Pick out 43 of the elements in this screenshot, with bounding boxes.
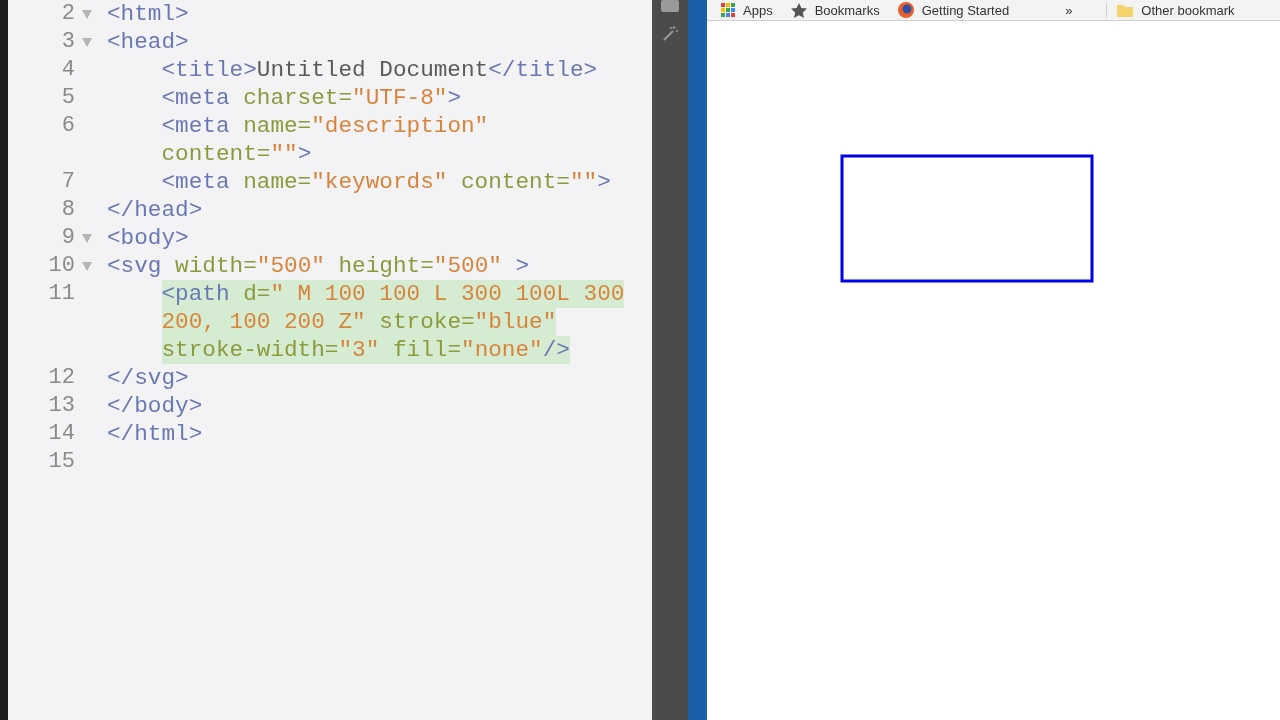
line-number: 4 [60, 56, 75, 84]
magic-wand-icon[interactable] [662, 26, 678, 42]
code-line: <meta name="description" [160, 112, 489, 140]
fold-arrow-icon[interactable] [82, 9, 92, 19]
code-line: </svg> [107, 364, 189, 392]
line-number: 10 [47, 252, 75, 280]
line-number: 2 [60, 0, 75, 28]
line-number: 5 [60, 84, 75, 112]
line-number: 14 [47, 420, 75, 448]
folder-icon [1117, 3, 1134, 17]
fold-arrow-icon[interactable] [82, 233, 92, 243]
bookmark-link[interactable]: » [1065, 2, 1073, 18]
bookmark-link[interactable]: Apps [721, 2, 773, 18]
code-line: <meta charset="UTF-8"> [160, 84, 461, 112]
line-number: 9 [60, 224, 75, 252]
code-line: <svg width="500" height="500" > [107, 252, 530, 280]
code-line: </html> [107, 420, 203, 448]
fold-arrow-icon[interactable] [82, 261, 92, 271]
bookmark-link[interactable]: Other bookmark [1106, 2, 1235, 18]
line-number: 7 [60, 168, 75, 196]
code-line: <meta name="keywords" content=""> [160, 168, 611, 196]
line-number: 12 [47, 364, 75, 392]
code-line: </body> [107, 392, 203, 420]
code-line: <head> [107, 28, 189, 56]
code-line: <title>Untitled Document</title> [160, 56, 598, 84]
line-number: 13 [47, 392, 75, 420]
bookmark-link[interactable]: Getting Started [897, 2, 1010, 18]
line-number: 3 [60, 28, 75, 56]
code-line: </head> [107, 196, 203, 224]
globe-icon [897, 2, 914, 18]
line-number: 15 [47, 448, 75, 476]
code-line: <html> [107, 0, 189, 28]
fold-arrow-icon[interactable] [82, 37, 92, 47]
code-line: <body> [107, 224, 189, 252]
code-line: content=""> [160, 140, 312, 168]
line-number: 6 [60, 112, 75, 140]
apps-icon [721, 3, 735, 17]
briefcase-icon[interactable] [661, 0, 679, 12]
line-number: 8 [60, 196, 75, 224]
star-icon [790, 2, 807, 18]
bookmark-link[interactable]: Bookmarks [790, 2, 880, 18]
line-number: 11 [47, 280, 75, 308]
code-editor[interactable] [8, 0, 652, 720]
